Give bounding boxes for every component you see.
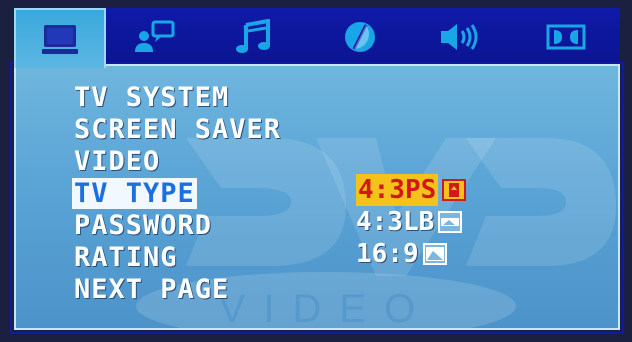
tab-general-setup[interactable] [14, 8, 106, 68]
option-label: 4:3PS [356, 174, 439, 206]
tab-speaker-setup[interactable] [108, 8, 200, 66]
option-4-3lb[interactable]: 4:3LB [356, 206, 506, 238]
menu-item-label: SCREEN SAVER [74, 114, 282, 145]
tab-dolby-setup[interactable] [520, 8, 612, 66]
half-circle-icon [345, 22, 375, 52]
menu-item-video[interactable]: VIDEO [72, 146, 283, 178]
menu-item-label: TV TYPE [72, 178, 197, 209]
tab-audio-setup[interactable] [208, 8, 300, 66]
menu-item-screen-saver[interactable]: SCREEN SAVER [72, 114, 283, 146]
option-4-3ps[interactable]: 4:3PS [356, 174, 506, 206]
pan-scan-icon [442, 179, 467, 201]
tv-type-options: 4:3PS 4:3LB 16:9 [356, 174, 506, 270]
setup-tab-bar [14, 8, 620, 68]
speaker-volume-icon [441, 24, 478, 50]
menu-item-label: NEXT PAGE [74, 274, 230, 305]
menu-item-label: PASSWORD [74, 210, 213, 241]
music-note-icon [236, 19, 270, 53]
settings-panel: VIDEO TV SYSTEM SCREEN SAVER VIDEO TV TY… [14, 64, 620, 330]
dvd-setup-screen: VIDEO TV SYSTEM SCREEN SAVER VIDEO TV TY… [0, 0, 632, 342]
option-16-9[interactable]: 16:9 [356, 238, 506, 270]
menu-item-next-page[interactable]: NEXT PAGE [72, 274, 283, 306]
menu-item-tv-system[interactable]: TV SYSTEM [72, 82, 283, 114]
option-label: 16:9 [356, 239, 419, 269]
menu-item-label: TV SYSTEM [74, 82, 230, 113]
monitor-icon [42, 25, 78, 54]
setup-menu: TV SYSTEM SCREEN SAVER VIDEO TV TYPE PAS… [72, 82, 283, 306]
tab-video-setup[interactable] [314, 8, 406, 66]
widescreen-icon [422, 243, 447, 265]
letterbox-icon [438, 211, 463, 233]
dolby-icon [546, 24, 586, 50]
person-speech-icon [135, 20, 175, 52]
menu-item-tv-type[interactable]: TV TYPE [72, 178, 283, 210]
menu-item-label: VIDEO [74, 146, 161, 177]
menu-item-password[interactable]: PASSWORD [72, 210, 283, 242]
tab-volume-setup[interactable] [414, 8, 506, 66]
option-label: 4:3LB [356, 207, 435, 237]
menu-item-rating[interactable]: RATING [72, 242, 283, 274]
menu-item-label: RATING [74, 242, 178, 273]
